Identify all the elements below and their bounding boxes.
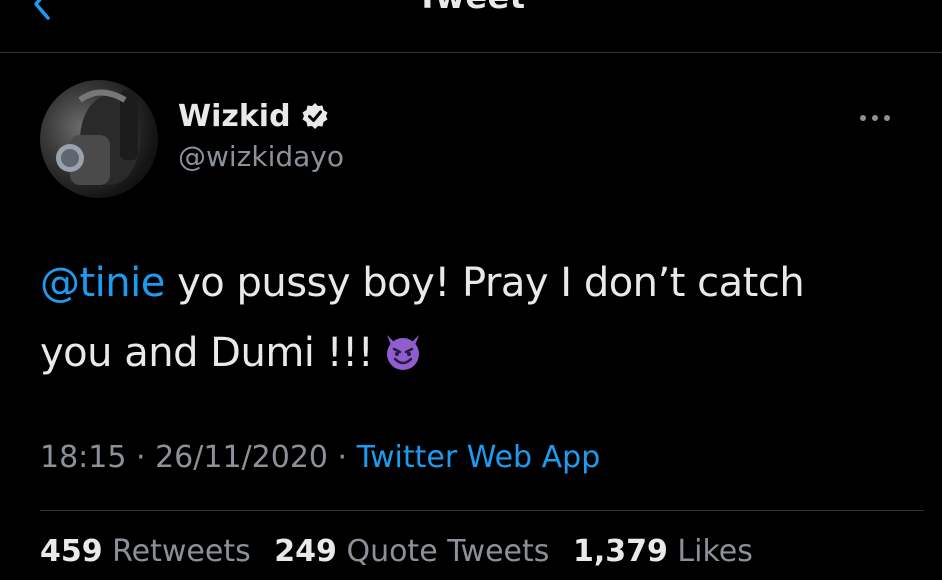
tweet-source-link[interactable]: Twitter Web App <box>357 440 601 475</box>
quote-tweets-count: 249 <box>274 534 337 569</box>
author-name-row[interactable]: Wizkid <box>178 96 329 136</box>
author-handle[interactable]: @wizkidayo <box>178 140 344 173</box>
tweet-text-line-2: you and Dumi !!! <box>40 330 374 376</box>
tweet-line-1: @tinie yo pussy boy! Pray I don’t catch <box>40 248 910 318</box>
verified-badge-icon <box>302 103 328 129</box>
smiling-imp-emoji-icon <box>387 335 420 370</box>
more-horizontal-icon[interactable] <box>855 106 895 130</box>
quote-tweets-label: Quote Tweets <box>346 534 550 569</box>
tweet-text-line-1: yo pussy boy! Pray I don’t catch <box>164 260 805 306</box>
mention-link[interactable]: @tinie <box>40 260 165 306</box>
likes-stat[interactable]: 1,379 Likes <box>573 534 753 569</box>
meta-separator: · <box>328 440 357 475</box>
likes-count: 1,379 <box>572 534 668 569</box>
retweets-count: 459 <box>40 534 103 569</box>
tweet-meta: 18:15 · 26/11/2020 · Twitter Web App <box>40 440 600 475</box>
retweets-label: Retweets <box>112 534 251 569</box>
tweet-text: @tinie yo pussy boy! Pray I don’t catch … <box>40 248 910 388</box>
quote-tweets-stat[interactable]: 249 Quote Tweets <box>274 534 549 569</box>
top-bar: Tweet <box>0 0 942 53</box>
tweet-line-2: you and Dumi !!! <box>40 318 910 388</box>
author-display-name[interactable]: Wizkid <box>178 99 291 134</box>
divider <box>40 510 924 511</box>
avatar[interactable] <box>40 80 158 198</box>
avatar-photo <box>56 89 140 185</box>
tweet-time[interactable]: 18:15 <box>40 440 126 475</box>
meta-separator: · <box>126 440 156 475</box>
likes-label: Likes <box>677 534 753 569</box>
tweet-date[interactable]: 26/11/2020 <box>155 440 328 475</box>
retweets-stat[interactable]: 459 Retweets <box>40 534 251 569</box>
page-title: Tweet <box>0 0 942 16</box>
tweet-stats: 459 Retweets 249 Quote Tweets 1,379 Like… <box>40 534 767 569</box>
